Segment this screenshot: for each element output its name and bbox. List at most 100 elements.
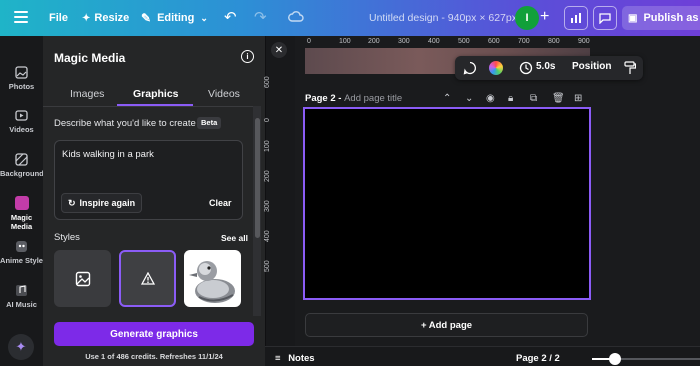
ruler-tick: 900 [578,38,590,45]
comments-button[interactable] [593,6,617,30]
publish-icon: ▣ [628,12,638,24]
style-card-selected[interactable] [119,250,176,307]
hide-page-icon[interactable]: ◉ [486,93,495,104]
page-count[interactable]: Page 2 / 2 [516,353,560,364]
top-bar: File ✦ Resize ✎ Editing ⌄ ↶ ↷ Untitled d… [0,0,700,36]
design-title[interactable]: Untitled design - 940px × 627px [369,12,517,24]
tab-graphics[interactable]: Graphics [133,88,179,100]
resize-label: Resize [94,12,130,24]
color-picker-icon[interactable] [489,61,503,75]
rail-item-label: Photos [8,82,35,91]
undo-icon[interactable]: ↶ [224,8,237,26]
insights-button[interactable] [564,6,588,30]
crown-icon: ✦ [82,12,91,24]
chrome-duck-image [189,261,235,303]
tab-images[interactable]: Images [70,88,104,100]
describe-label: Describe what you'd like to create [54,118,196,129]
zoom-slider-handle[interactable] [608,353,621,365]
file-menu[interactable]: File [49,12,68,24]
inspire-again-button[interactable]: ↻ Inspire again [61,193,143,213]
prompt-text[interactable]: Kids walking in a park [62,149,154,160]
ruler-tick: 0 [264,118,271,122]
ruler-tick: 100 [264,140,271,152]
menu-icon[interactable] [14,11,28,25]
rail-item-videos[interactable]: Videos [0,109,43,134]
ruler-tick: 400 [264,230,271,242]
resize-button[interactable]: ✦ Resize [82,12,129,24]
magic-media-icon [14,196,29,210]
bottom-bar [265,346,700,366]
info-icon[interactable]: i [241,50,254,63]
panel-scroll-thumb[interactable] [255,118,260,238]
refresh-icon: ↻ [68,197,76,208]
pencil-icon: ✎ [141,11,152,25]
page-number-label: Page 2 - [305,93,342,104]
clear-button[interactable]: Clear [209,198,232,208]
page-2-canvas[interactable] [303,107,591,300]
ruler-tick: 600 [264,76,271,88]
magic-sparkle-button[interactable]: ✦ [8,334,34,360]
lock-page-icon[interactable]: 🔒︎ [508,93,513,104]
comment-add-icon[interactable] [463,61,477,75]
redo-icon[interactable]: ↷ [254,8,267,26]
rail-item-label: Videos [9,125,34,134]
duplicate-page-icon[interactable]: ⧉ [530,93,537,104]
prompt-textarea[interactable]: Kids walking in a park ↻ Inspire again C… [54,140,243,220]
page-title-placeholder[interactable]: Add page title [344,93,402,104]
editing-label: Editing [157,12,195,24]
rail-item-label: Magic Media [10,213,33,231]
ruler-tick: 300 [264,200,271,212]
background-icon [15,153,28,166]
publish-button[interactable]: ▣ Publish as Bra [622,6,700,30]
clock-icon[interactable] [519,61,533,75]
tab-divider [43,106,253,107]
beta-badge: Beta [197,117,222,129]
video-icon [15,110,28,121]
ruler-tick: 0 [307,38,311,45]
avatar[interactable]: I [515,6,539,30]
left-rail: Photos Videos Background Magic Media Ani… [0,36,44,366]
see-all-link[interactable]: See all [221,233,248,243]
ruler-tick: 500 [264,260,271,272]
ruler-tick: 200 [264,170,271,182]
add-page-icon[interactable]: ⊞ [574,93,582,104]
rail-item-background[interactable]: Background [0,153,44,178]
rail-item-label: Background [0,169,44,178]
add-page-button[interactable]: + Add page [305,313,588,337]
ruler-tick: 600 [488,38,500,45]
cloud-save-icon[interactable] [288,10,304,22]
paint-roller-icon[interactable] [624,61,636,75]
delete-page-icon[interactable]: 🗑︎ [552,93,565,104]
rail-item-label: AI Music [6,300,37,309]
panel-title: Magic Media [54,51,126,65]
rail-item-label: Anime Style [0,256,43,265]
credits-text: Use 1 of 486 credits. Refreshes 11/1/24 [85,352,223,361]
music-icon [16,285,27,296]
comment-icon [599,13,611,24]
ruler-tick: 300 [398,38,410,45]
style-card-chrome-duck[interactable] [184,250,241,307]
move-page-down-icon[interactable]: ⌄ [465,93,473,104]
photo-icon [15,66,28,79]
ruler-tick: 100 [339,38,351,45]
move-page-up-icon[interactable]: ⌃ [443,93,451,104]
rail-item-ai-music[interactable]: AI Music [0,284,43,309]
style-card-none[interactable] [54,250,111,307]
rail-item-photos[interactable]: Photos [0,66,43,91]
notes-button[interactable]: ≡ Notes [275,353,315,364]
notes-label: Notes [288,353,315,364]
bar-chart-icon [571,13,581,23]
image-icon [75,271,90,286]
duration-value[interactable]: 5.0s [536,61,555,72]
sparkle-icon: ✦ [15,339,27,354]
generate-graphics-button[interactable]: Generate graphics [54,322,254,346]
tab-videos[interactable]: Videos [208,88,240,100]
rail-item-anime-style[interactable]: Anime Style [0,240,43,265]
rail-item-magic-media[interactable]: Magic Media [0,196,43,231]
position-button[interactable]: Position [572,61,611,72]
ruler-left: 600 0 100 200 300 400 500 [264,48,276,346]
page-title[interactable]: Page 2 - Add page title [305,93,402,104]
add-collaborator-icon[interactable]: + [540,8,549,26]
editing-dropdown[interactable]: ✎ Editing ⌄ [141,11,208,25]
inspire-label: Inspire again [79,198,136,208]
